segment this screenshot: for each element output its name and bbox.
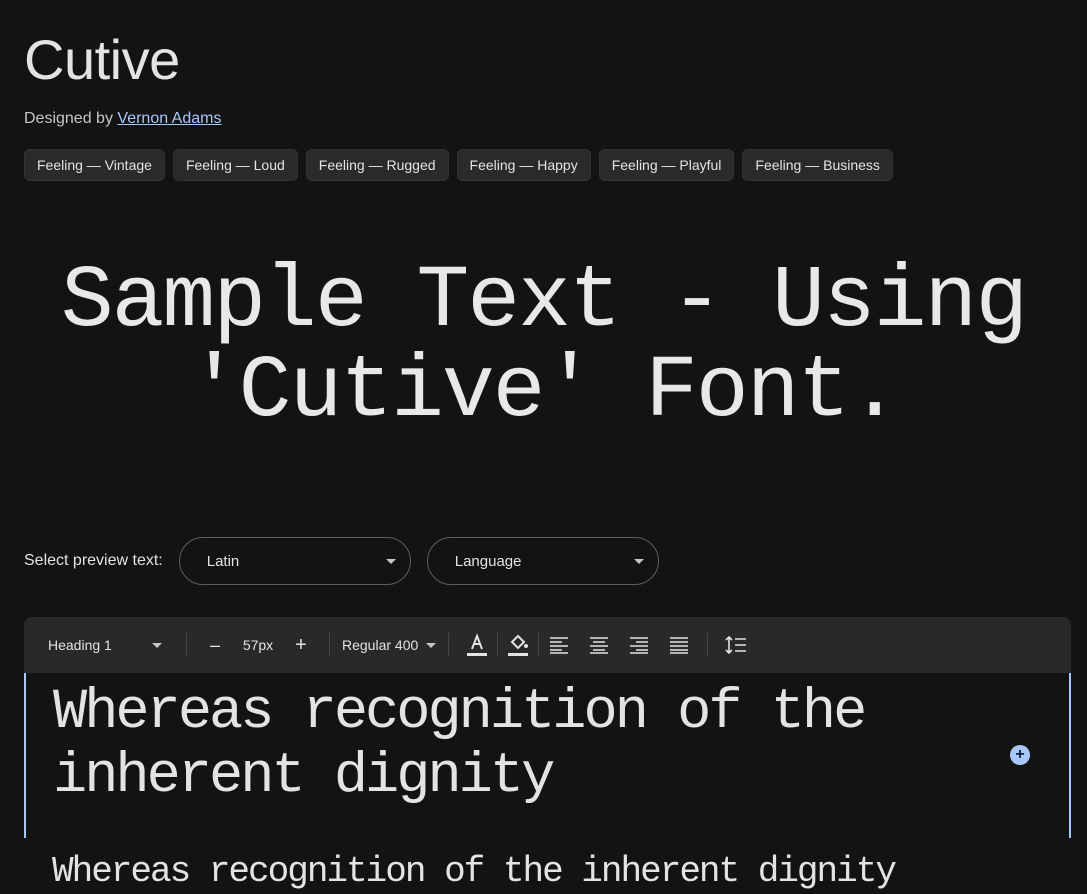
add-block-button[interactable]: + <box>1010 745 1030 765</box>
style-select[interactable]: Heading 1 <box>48 637 174 653</box>
caret-down-icon <box>152 642 162 648</box>
line-spacing-icon <box>725 635 747 655</box>
fill-color-icon <box>508 634 529 656</box>
toolbar-divider <box>497 633 499 657</box>
caret-down-icon <box>633 558 644 564</box>
designer-line: Designed by Vernon Adams <box>24 110 221 128</box>
increase-size-button[interactable]: + <box>285 629 317 661</box>
page-title: Cutive <box>24 28 180 91</box>
decrease-size-button[interactable]: – <box>199 629 231 661</box>
text-color-button[interactable] <box>461 629 493 661</box>
toolbar-divider <box>329 633 330 657</box>
caret-down-icon <box>426 642 437 648</box>
editor-heading-text[interactable]: Whereas recognition of the inherent dign… <box>53 681 953 809</box>
toolbar-divider <box>448 633 450 657</box>
language-select-value: Language <box>454 552 522 570</box>
plus-icon: + <box>1015 746 1025 763</box>
tag-happy[interactable]: Feeling — Happy <box>456 149 591 181</box>
hero-sample-text: Sample Text - Using 'Cutive' Font. <box>60 253 1028 442</box>
tag-rugged[interactable]: Feeling — Rugged <box>305 149 449 181</box>
toolbar-divider <box>707 633 709 657</box>
highlight-color-button[interactable] <box>502 629 534 661</box>
tag-list: Feeling — Vintage Feeling — Loud Feeling… <box>24 149 893 181</box>
language-select[interactable]: Language <box>426 537 659 585</box>
align-center-icon <box>590 637 609 654</box>
preview-text-row: Select preview text: Latin Language <box>24 537 675 585</box>
align-justify-icon <box>670 637 689 654</box>
align-left-icon <box>550 637 569 654</box>
toolbar-divider <box>186 633 187 657</box>
tag-loud[interactable]: Feeling — Loud <box>172 149 298 181</box>
minus-icon: – <box>209 634 220 655</box>
align-left-button[interactable] <box>543 629 575 661</box>
align-right-button[interactable] <box>623 629 655 661</box>
tag-vintage[interactable]: Feeling — Vintage <box>24 149 165 181</box>
designed-by-label: Designed by <box>24 110 113 127</box>
style-select-value: Heading 1 <box>48 637 112 653</box>
line-height-button[interactable] <box>720 629 752 661</box>
tag-playful[interactable]: Feeling — Playful <box>598 149 735 181</box>
editor-block-heading[interactable]: Whereas recognition of the inherent dign… <box>24 673 1071 838</box>
toolbar-divider <box>538 633 540 657</box>
editor-toolbar: Heading 1 – 57px + Regular 400 <box>24 617 1071 673</box>
editor-second-text[interactable]: Whereas recognition of the inherent dign… <box>52 850 897 894</box>
script-select-value: Latin <box>206 552 240 570</box>
align-right-icon <box>630 637 649 654</box>
size-value[interactable]: 57px <box>231 637 285 653</box>
caret-down-icon <box>385 558 396 564</box>
designer-link[interactable]: Vernon Adams <box>117 110 221 127</box>
align-justify-button[interactable] <box>663 629 695 661</box>
weight-select-value: Regular 400 <box>342 637 419 653</box>
text-color-icon <box>467 633 488 656</box>
plus-icon: + <box>295 633 307 656</box>
align-center-button[interactable] <box>583 629 615 661</box>
weight-select[interactable]: Regular 400 <box>342 637 437 653</box>
tag-business[interactable]: Feeling — Business <box>742 149 893 181</box>
script-select[interactable]: Latin <box>178 537 411 585</box>
preview-label: Select preview text: <box>24 552 163 569</box>
